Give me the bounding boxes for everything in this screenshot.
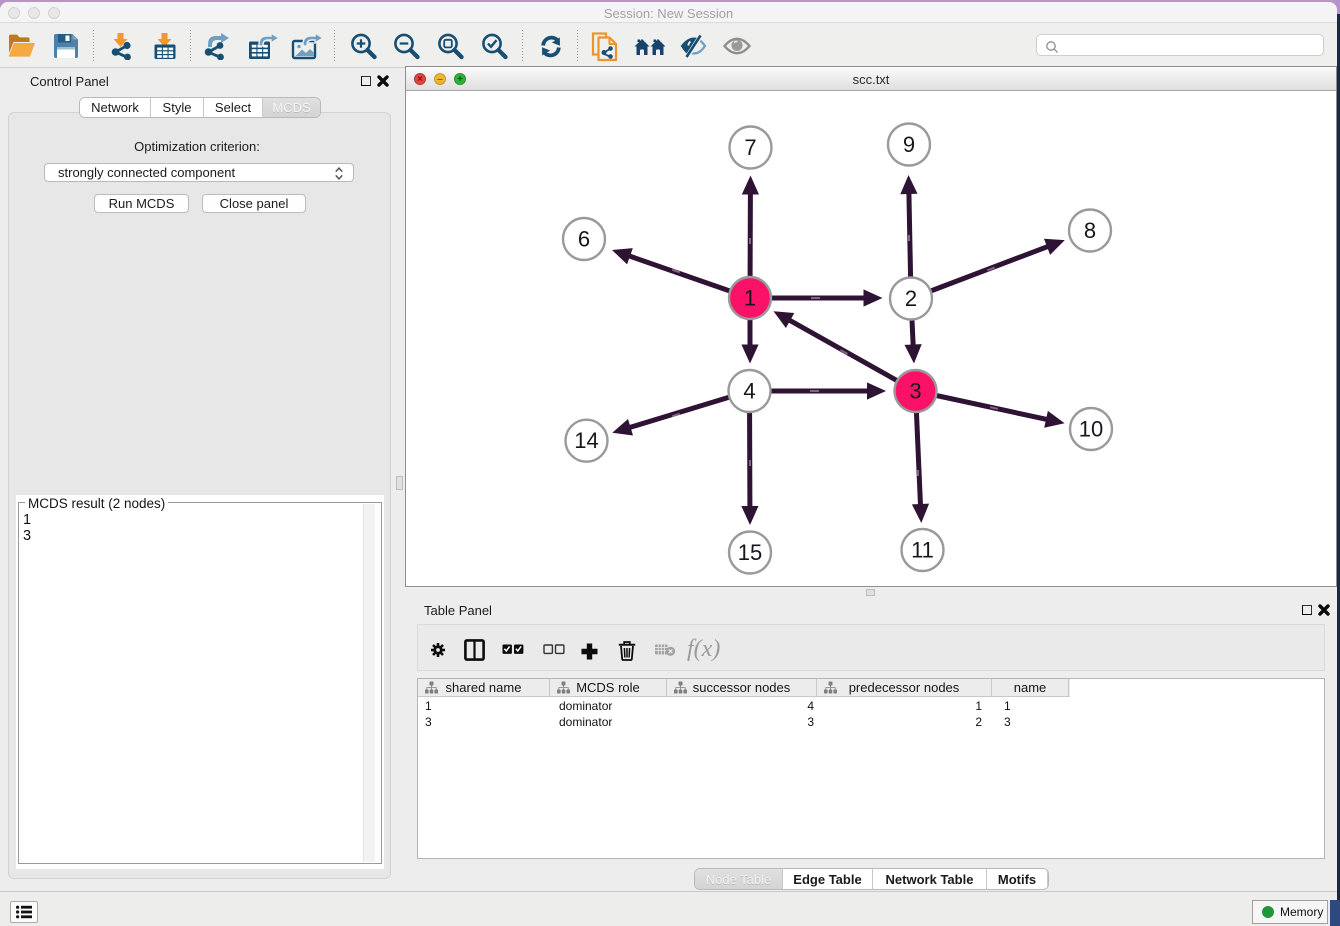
- svg-text:9: 9: [903, 132, 915, 157]
- svg-text:8: 8: [1084, 218, 1096, 243]
- svg-text:10: 10: [1079, 417, 1103, 442]
- svg-text:3: 3: [909, 379, 921, 404]
- svg-text:15: 15: [738, 540, 762, 565]
- svg-text:6: 6: [578, 227, 590, 252]
- svg-text:14: 14: [574, 428, 598, 453]
- svg-text:4: 4: [743, 379, 755, 404]
- svg-text:1: 1: [744, 286, 756, 311]
- svg-text:11: 11: [911, 538, 934, 563]
- svg-text:2: 2: [905, 286, 917, 311]
- svg-text:7: 7: [744, 135, 756, 160]
